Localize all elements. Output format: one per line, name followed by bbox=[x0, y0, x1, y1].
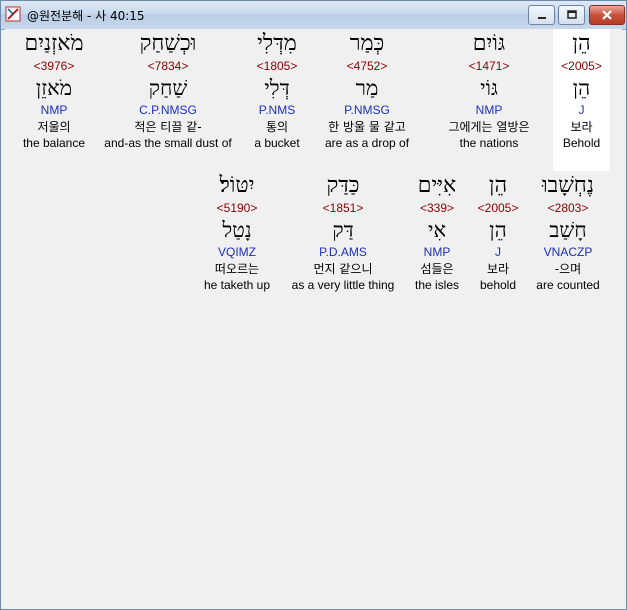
word-line2-4[interactable]: כַּדַּק <1851> דַּק P.D.AMS 먼지 같으니 as a … bbox=[283, 171, 403, 292]
hebrew-word: הֵן bbox=[572, 31, 591, 56]
maximize-icon bbox=[566, 10, 577, 19]
morphology-code: VQIMZ bbox=[218, 245, 256, 259]
hebrew-word: יִטּוֹל׃ bbox=[219, 173, 255, 198]
strong-number[interactable]: <2005> bbox=[553, 59, 610, 73]
close-icon bbox=[602, 10, 612, 20]
hebrew-word: מֹאזְנַיִם bbox=[24, 31, 84, 56]
word-line2-1[interactable]: נֶחְשָׁבוּ <2803> חָשַׁב VNACZP -으며 are … bbox=[531, 171, 605, 292]
word-line2-3[interactable]: אִיִּים <339> אִי NMP 섬들은 the isles bbox=[407, 171, 467, 292]
lemma: נָטַל bbox=[222, 218, 252, 242]
hebrew-word: וּכְשַׁחַק bbox=[139, 31, 197, 56]
english-gloss: the nations bbox=[459, 136, 519, 150]
english-gloss: and-as the small dust of bbox=[104, 136, 232, 150]
hebrew-word: גּוֹיִם bbox=[472, 31, 506, 56]
app-icon bbox=[5, 6, 21, 22]
morphology-code: J bbox=[495, 245, 501, 259]
english-gloss: are counted bbox=[536, 278, 600, 292]
word-line2-5[interactable]: יִטּוֹל׃ <5190> נָטַל VQIMZ 떠오르는 he take… bbox=[197, 171, 277, 292]
english-gloss: he taketh up bbox=[203, 278, 271, 292]
strong-number[interactable]: <1471> bbox=[429, 59, 549, 73]
close-button[interactable] bbox=[589, 5, 625, 25]
word-line1-1[interactable]: הֵן <2005> הֵן J 보라 Behold bbox=[553, 29, 610, 171]
word-line1-2[interactable]: גּוֹיִם <1471> גּוֹי NMP 그에게는 열방은 the na… bbox=[429, 29, 549, 150]
title-bar[interactable]: @원전분해 - 사 40:15 bbox=[1, 1, 626, 30]
lemma: הֵן bbox=[572, 76, 591, 100]
word-line1-4[interactable]: מִדְּלִי <1805> דְּלִי P.NMS 통의 a bucket bbox=[241, 29, 313, 150]
lemma: חָשַׁב bbox=[549, 218, 587, 242]
lemma: שַׁחַק bbox=[148, 76, 188, 100]
word-line2-2[interactable]: הֵן <2005> הֵן J 보라 behold bbox=[473, 171, 523, 292]
word-line1-6[interactable]: מֹאזְנַיִם <3976> מֹאזֵן NMP 저울의 the bal… bbox=[13, 29, 95, 150]
strong-number[interactable]: <339> bbox=[407, 201, 467, 215]
word-line1-5[interactable]: וּכְשַׁחַק <7834> שַׁחַק C.P.NMSG 적은 티끌 … bbox=[97, 29, 239, 150]
english-gloss: the isles bbox=[414, 278, 460, 292]
morphology-code: P.D.AMS bbox=[319, 245, 367, 259]
morphology-code: VNACZP bbox=[543, 245, 593, 259]
strong-number[interactable]: <3976> bbox=[13, 59, 95, 73]
strong-number[interactable]: <5190> bbox=[197, 201, 277, 215]
word-line1-3[interactable]: כְּמַר <4752> מַר P.NMSG 한 방울 물 같고 are a… bbox=[311, 29, 423, 150]
lemma: דַּק bbox=[332, 218, 354, 242]
korean-gloss: 적은 티끌 같- bbox=[134, 120, 202, 134]
korean-gloss: -으며 bbox=[554, 262, 582, 276]
maximize-button[interactable] bbox=[558, 5, 585, 25]
strong-number[interactable]: <2803> bbox=[531, 201, 605, 215]
english-gloss: behold bbox=[479, 278, 517, 292]
morphology-code: P.NMSG bbox=[344, 103, 390, 117]
english-gloss: a bucket bbox=[254, 136, 300, 150]
morphology-code: NMP bbox=[475, 103, 503, 117]
hebrew-word: מִדְּלִי bbox=[257, 31, 297, 56]
korean-gloss: 그에게는 열방은 bbox=[448, 120, 530, 134]
korean-gloss: 보라 bbox=[570, 120, 593, 134]
app-window: @원전분해 - 사 40:15 הֵן <2005> הֵן J 보라 Beho… bbox=[0, 0, 627, 610]
interlinear-panel: הֵן <2005> הֵן J 보라 Behold גּוֹיִם <1471… bbox=[5, 29, 622, 605]
english-gloss: as a very little thing bbox=[291, 278, 395, 292]
hebrew-word: נֶחְשָׁבוּ bbox=[542, 173, 594, 198]
morphology-code: NMP bbox=[40, 103, 68, 117]
korean-gloss: 저울의 bbox=[37, 120, 71, 134]
lemma: גּוֹי bbox=[480, 76, 498, 100]
korean-gloss: 먼지 같으니 bbox=[313, 262, 373, 276]
lemma: מַר bbox=[355, 76, 379, 100]
morphology-code: J bbox=[578, 103, 585, 117]
morphology-code: P.NMS bbox=[258, 103, 296, 117]
english-gloss: Behold bbox=[562, 136, 601, 150]
hebrew-word: כַּדַּק bbox=[326, 173, 360, 198]
english-gloss: are as a drop of bbox=[324, 136, 410, 150]
window-title: @원전분해 - 사 40:15 bbox=[27, 9, 145, 23]
strong-number[interactable]: <1805> bbox=[241, 59, 313, 73]
strong-number[interactable]: <7834> bbox=[97, 59, 239, 73]
strong-number[interactable]: <2005> bbox=[473, 201, 523, 215]
korean-gloss: 한 방울 물 같고 bbox=[328, 120, 406, 134]
lemma: מֹאזֵן bbox=[35, 76, 73, 100]
hebrew-word: הֵן bbox=[488, 173, 508, 198]
strong-number[interactable]: <1851> bbox=[283, 201, 403, 215]
minimize-icon bbox=[537, 17, 546, 19]
hebrew-word: אִיִּים bbox=[417, 173, 457, 198]
korean-gloss: 통의 bbox=[265, 120, 289, 134]
hebrew-word: כְּמַר bbox=[349, 31, 385, 56]
lemma: אִי bbox=[427, 218, 447, 242]
korean-gloss: 보라 bbox=[486, 262, 510, 276]
korean-gloss: 떠오르는 bbox=[214, 262, 260, 276]
morphology-code: C.P.NMSG bbox=[139, 103, 197, 117]
lemma: הֵן bbox=[489, 218, 507, 242]
minimize-button[interactable] bbox=[528, 5, 555, 25]
lemma: דְּלִי bbox=[264, 76, 290, 100]
strong-number[interactable]: <4752> bbox=[311, 59, 423, 73]
morphology-code: NMP bbox=[423, 245, 451, 259]
english-gloss: the balance bbox=[22, 136, 86, 150]
korean-gloss: 섬들은 bbox=[420, 262, 454, 276]
